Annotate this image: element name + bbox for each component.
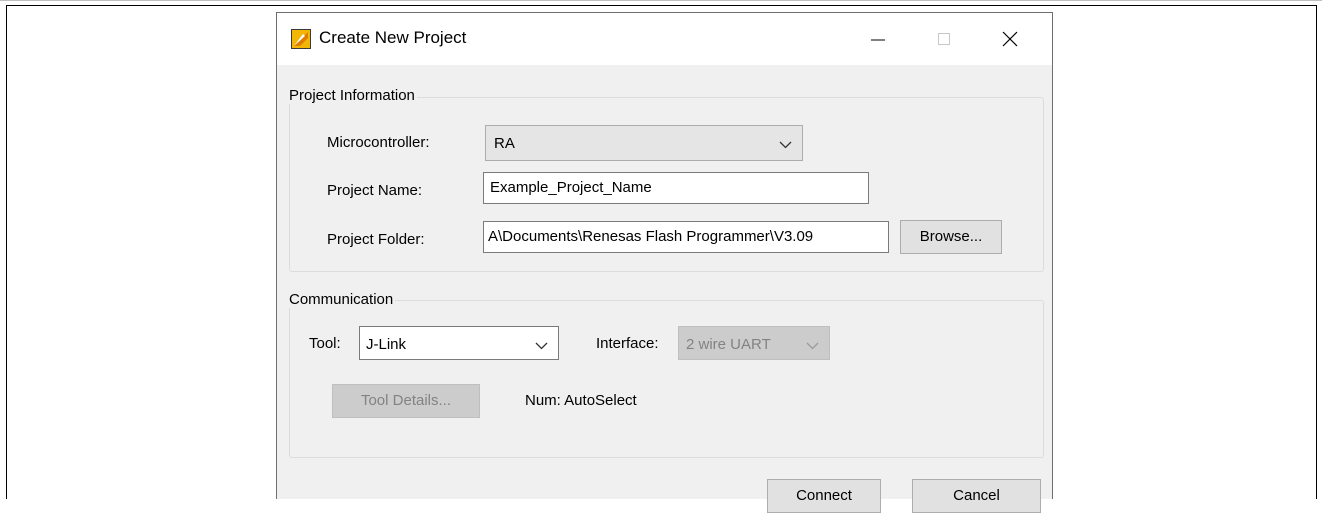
title-bar[interactable]: Create New Project (277, 13, 1052, 65)
communication-group (289, 300, 1044, 458)
maximize-button (921, 13, 967, 65)
document-table-right-border (1316, 5, 1317, 499)
tool-value: J-Link (366, 336, 407, 353)
window-title: Create New Project (319, 28, 467, 47)
browse-button[interactable]: Browse... (900, 220, 1002, 254)
chevron-down-icon (779, 141, 792, 149)
minimize-button[interactable] (855, 13, 901, 65)
microcontroller-label: Microcontroller: (327, 134, 430, 151)
microcontroller-value: RA (494, 135, 515, 152)
interface-select: 2 wire UART (678, 326, 830, 360)
chevron-down-icon (535, 342, 548, 350)
app-icon (291, 29, 311, 49)
close-button[interactable] (987, 13, 1033, 65)
document-table-left-border (6, 5, 7, 499)
cancel-button[interactable]: Cancel (912, 479, 1041, 513)
close-icon (1002, 31, 1018, 47)
microcontroller-select[interactable]: RA (485, 125, 803, 161)
create-project-dialog: Create New Project Project Information M… (276, 12, 1053, 513)
maximize-icon (938, 33, 950, 45)
project-folder-input[interactable]: A\Documents\Renesas Flash Programmer\V3.… (483, 221, 889, 253)
project-information-legend: Project Information (287, 87, 417, 104)
interface-label: Interface: (596, 335, 659, 352)
document-top-line (0, 0, 1322, 1)
minimize-icon (871, 39, 885, 41)
interface-value: 2 wire UART (686, 336, 771, 353)
connect-button[interactable]: Connect (767, 479, 881, 513)
chevron-down-icon (806, 342, 819, 350)
communication-legend: Communication (287, 291, 396, 308)
tool-select[interactable]: J-Link (359, 326, 559, 360)
project-folder-label: Project Folder: (327, 231, 425, 248)
tool-details-button: Tool Details... (332, 384, 480, 418)
project-name-label: Project Name: (327, 182, 423, 199)
tool-label: Tool: (309, 335, 341, 352)
num-autoselect-text: Num: AutoSelect (525, 392, 637, 409)
document-table-top-border (6, 5, 1317, 6)
project-name-input[interactable]: Example_Project_Name (483, 172, 869, 204)
